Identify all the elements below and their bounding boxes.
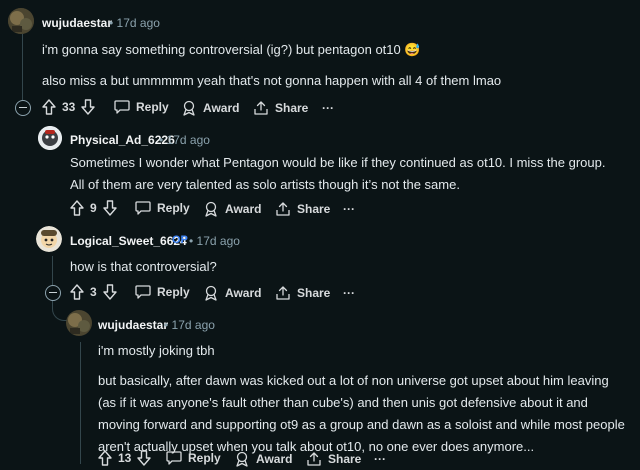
speech-bubble-icon	[166, 451, 182, 465]
comment-text: also miss a but ummmmm yeah that's not g…	[42, 73, 502, 88]
award-label: Award	[203, 101, 240, 115]
more-dots-icon[interactable]: ···	[343, 286, 355, 300]
arrow-down-icon[interactable]	[81, 99, 96, 115]
separator-dot: •	[164, 318, 169, 332]
op-badge: OP	[172, 234, 188, 246]
avatar[interactable]	[8, 8, 34, 34]
comment-author[interactable]: wujudaestar	[98, 318, 168, 332]
comment-body: Sometimes I wonder what Pentagon would b…	[70, 155, 606, 192]
reply-label: Reply	[188, 451, 221, 465]
award-label: Award	[225, 202, 262, 216]
separator-dot: •	[109, 16, 114, 30]
award-ribbon-icon	[234, 451, 250, 467]
vote-count: 33	[62, 100, 76, 114]
collapse-minus-icon[interactable]	[45, 285, 61, 301]
share-button[interactable]: Share	[275, 201, 330, 217]
arrow-up-icon[interactable]	[42, 99, 56, 115]
share-icon	[275, 285, 291, 301]
award-button[interactable]: Award	[234, 451, 292, 467]
speech-bubble-icon	[135, 285, 151, 299]
collapse-minus-icon[interactable]	[15, 100, 31, 116]
reply-button[interactable]: Reply	[114, 100, 169, 114]
comment-timestamp: 17d ago	[196, 234, 240, 248]
more-dots-icon[interactable]: ···	[374, 452, 386, 466]
vote-group: 9	[70, 200, 117, 216]
comment-timestamp: 17d ago	[171, 318, 215, 332]
share-label: Share	[275, 101, 309, 115]
more-dots-icon[interactable]: ···	[322, 101, 334, 115]
comment-meta: • 17d ago	[164, 318, 215, 332]
comment-body-line: i'm mostly joking tbh	[98, 343, 215, 358]
arrow-up-icon[interactable]	[70, 284, 84, 300]
share-button[interactable]: Share	[253, 100, 308, 116]
arrow-up-icon[interactable]	[98, 450, 112, 466]
comment-body: how is that controversial?	[70, 259, 217, 274]
speech-bubble-icon	[114, 100, 130, 114]
speech-bubble-icon	[135, 201, 151, 215]
comment-body: but basically, after dawn was kicked out…	[98, 373, 625, 454]
award-label: Award	[256, 452, 293, 466]
share-label: Share	[297, 286, 331, 300]
share-button[interactable]: Share	[275, 285, 330, 301]
vote-count: 13	[118, 451, 132, 465]
separator-dot: •	[159, 133, 164, 147]
more-dots-icon[interactable]: ···	[343, 202, 355, 216]
comment-timestamp: 17d ago	[166, 133, 210, 147]
thread-connector	[52, 298, 67, 321]
share-icon	[306, 451, 322, 467]
vote-group: 13	[98, 450, 152, 466]
comment-text: i'm gonna say something controversial (i…	[42, 42, 421, 57]
vote-group: 33	[42, 99, 96, 115]
vote-count: 3	[90, 285, 97, 299]
award-ribbon-icon	[181, 100, 197, 116]
reply-label: Reply	[157, 285, 190, 299]
arrow-down-icon[interactable]	[102, 200, 117, 216]
share-label: Share	[297, 202, 331, 216]
thread-line	[80, 342, 81, 464]
award-button[interactable]: Award	[203, 201, 261, 217]
avatar[interactable]	[38, 126, 62, 150]
separator-dot: •	[189, 234, 194, 248]
share-icon	[275, 201, 291, 217]
reply-button[interactable]: Reply	[135, 201, 190, 215]
arrow-up-icon[interactable]	[70, 200, 84, 216]
share-label: Share	[328, 452, 362, 466]
reply-button[interactable]: Reply	[166, 451, 221, 465]
thread-line	[52, 256, 53, 286]
comment-meta: • 17d ago	[159, 133, 210, 147]
comment-body-line: also miss a but ummmmm yeah that's not g…	[42, 70, 632, 92]
reply-label: Reply	[136, 100, 169, 114]
share-button[interactable]: Share	[306, 451, 361, 467]
reply-label: Reply	[157, 201, 190, 215]
avatar[interactable]	[66, 310, 92, 336]
comment-body-line: i'm gonna say something controversial (i…	[42, 39, 632, 61]
award-ribbon-icon	[203, 201, 219, 217]
arrow-down-icon[interactable]	[102, 284, 117, 300]
award-ribbon-icon	[203, 285, 219, 301]
comment-timestamp: 17d ago	[116, 16, 160, 30]
comment-author[interactable]: wujudaestar	[42, 16, 112, 30]
vote-count: 9	[90, 201, 97, 215]
award-button[interactable]: Award	[181, 100, 239, 116]
vote-group: 3	[70, 284, 117, 300]
comment-meta: • 17d ago	[109, 16, 160, 30]
thread-line	[22, 34, 23, 100]
comment-meta: • 17d ago	[189, 234, 240, 248]
reply-button[interactable]: Reply	[135, 285, 190, 299]
award-label: Award	[225, 286, 262, 300]
award-button[interactable]: Award	[203, 285, 261, 301]
comment-author[interactable]: Logical_Sweet_6624	[70, 234, 187, 248]
arrow-down-icon[interactable]	[137, 450, 152, 466]
share-icon	[253, 100, 269, 116]
avatar[interactable]	[36, 226, 62, 252]
